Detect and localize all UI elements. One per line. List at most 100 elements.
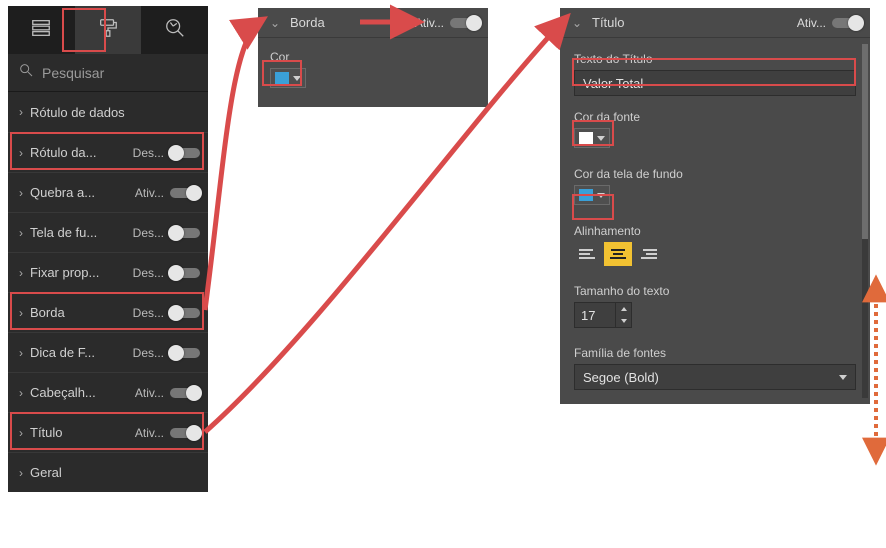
color-swatch	[275, 72, 289, 84]
format-item-toggle[interactable]	[170, 388, 200, 398]
label-borda-cor: Cor	[270, 50, 476, 64]
panel-tabbar	[8, 6, 208, 54]
spinner-tamanho-texto[interactable]	[574, 302, 632, 328]
panel-titulo-header[interactable]: ⌄ Título Ativ...	[560, 8, 870, 38]
tab-fields[interactable]	[8, 6, 75, 54]
format-item-label: Dica de F...	[30, 345, 130, 360]
chevron-right-icon: ›	[12, 105, 30, 119]
format-item-toggle[interactable]	[170, 268, 200, 278]
alignment-group	[574, 242, 856, 266]
format-item-state: Des...	[130, 226, 164, 240]
label-cor-fonte: Cor da fonte	[574, 110, 856, 124]
color-picker-fundo[interactable]	[574, 185, 610, 205]
format-item-label: Fixar prop...	[30, 265, 130, 280]
chevron-right-icon: ›	[12, 346, 30, 360]
format-item[interactable]: ›TítuloAtiv...	[8, 412, 208, 452]
align-left-button[interactable]	[574, 242, 602, 266]
format-options-list: ›Rótulo de dados›Rótulo da...Des...›Queb…	[8, 92, 208, 492]
panel-titulo-toggle[interactable]	[832, 18, 862, 28]
format-item-toggle[interactable]	[170, 348, 200, 358]
format-item-toggle[interactable]	[170, 308, 200, 318]
panel-borda: ⌄ Borda Ativ... Cor	[258, 8, 488, 107]
panel-borda-toggle[interactable]	[450, 18, 480, 28]
fields-icon	[30, 17, 52, 44]
format-item-toggle[interactable]	[170, 428, 200, 438]
chevron-right-icon: ›	[12, 266, 30, 280]
chevron-down-icon: ⌄	[568, 16, 586, 30]
panel-titulo-state: Ativ...	[797, 16, 826, 30]
chevron-down-icon: ⌄	[266, 16, 284, 30]
panel-titulo-title: Título	[592, 15, 625, 30]
format-item[interactable]: ›Dica de F...Des...	[8, 332, 208, 372]
chevron-right-icon: ›	[12, 186, 30, 200]
color-swatch	[579, 132, 593, 144]
format-item[interactable]: ›Fixar prop...Des...	[8, 252, 208, 292]
chevron-down-icon	[597, 136, 605, 141]
format-item-toggle[interactable]	[170, 228, 200, 238]
analytics-icon	[164, 17, 186, 44]
format-item-label: Cabeçalh...	[30, 385, 130, 400]
format-item-state: Des...	[130, 346, 164, 360]
panel-titulo: ⌄ Título Ativ... Texto do Título Cor da …	[560, 8, 870, 404]
format-item-state: Ativ...	[130, 186, 164, 200]
format-item[interactable]: ›Rótulo da...Des...	[8, 132, 208, 172]
scrollbar[interactable]	[862, 44, 868, 398]
format-item-state: Des...	[130, 266, 164, 280]
color-swatch	[579, 189, 593, 201]
spinner-up-button[interactable]	[616, 303, 631, 315]
format-item[interactable]: ›Quebra a...Ativ...	[8, 172, 208, 212]
format-item-state: Des...	[130, 306, 164, 320]
panel-borda-state: Ativ...	[415, 16, 444, 30]
format-item-label: Rótulo da...	[30, 145, 130, 160]
spinner-down-button[interactable]	[616, 315, 631, 327]
chevron-right-icon: ›	[12, 226, 30, 240]
format-item-toggle[interactable]	[170, 188, 200, 198]
search-bar	[8, 54, 208, 92]
select-value: Segoe (Bold)	[583, 370, 659, 385]
align-right-button[interactable]	[634, 242, 662, 266]
label-titulo-texto: Texto do Título	[574, 52, 856, 66]
tab-format[interactable]	[75, 6, 142, 54]
chevron-down-icon	[293, 76, 301, 81]
format-item-state: Ativ...	[130, 386, 164, 400]
align-center-button[interactable]	[604, 242, 632, 266]
panel-borda-title: Borda	[290, 15, 325, 30]
format-item[interactable]: ›Geral	[8, 452, 208, 492]
chevron-down-icon	[597, 193, 605, 198]
chevron-right-icon: ›	[12, 386, 30, 400]
format-item[interactable]: ›Cabeçalh...Ativ...	[8, 372, 208, 412]
format-item-state: Des...	[130, 146, 164, 160]
input-titulo-texto[interactable]	[574, 70, 856, 96]
format-item[interactable]: ›Tela de fu...Des...	[8, 212, 208, 252]
format-item-toggle[interactable]	[170, 148, 200, 158]
scrollbar-thumb[interactable]	[862, 44, 868, 239]
color-picker-fonte[interactable]	[574, 128, 610, 148]
search-input[interactable]	[42, 65, 223, 81]
tab-analytics[interactable]	[141, 6, 208, 54]
label-familia-fontes: Família de fontes	[574, 346, 856, 360]
label-alinhamento: Alinhamento	[574, 224, 856, 238]
format-item-label: Geral	[30, 465, 200, 480]
search-icon	[18, 62, 34, 83]
format-item[interactable]: ›BordaDes...	[8, 292, 208, 332]
format-item-label: Título	[30, 425, 130, 440]
format-item-label: Rótulo de dados	[30, 105, 200, 120]
label-cor-fundo: Cor da tela de fundo	[574, 167, 856, 181]
select-familia-fontes[interactable]: Segoe (Bold)	[574, 364, 856, 390]
paint-roller-icon	[97, 17, 119, 44]
chevron-right-icon: ›	[12, 146, 30, 160]
chevron-right-icon: ›	[12, 306, 30, 320]
format-item-label: Tela de fu...	[30, 225, 130, 240]
label-tamanho-texto: Tamanho do texto	[574, 284, 856, 298]
format-item-label: Quebra a...	[30, 185, 130, 200]
color-picker-borda[interactable]	[270, 68, 306, 88]
format-item-state: Ativ...	[130, 426, 164, 440]
chevron-down-icon	[839, 375, 847, 380]
chevron-right-icon: ›	[12, 466, 30, 480]
panel-borda-header[interactable]: ⌄ Borda Ativ...	[258, 8, 488, 38]
input-tamanho-texto[interactable]	[575, 303, 615, 327]
format-panel-sidebar: ›Rótulo de dados›Rótulo da...Des...›Queb…	[8, 6, 208, 492]
chevron-right-icon: ›	[12, 426, 30, 440]
format-item[interactable]: ›Rótulo de dados	[8, 92, 208, 132]
format-item-label: Borda	[30, 305, 130, 320]
